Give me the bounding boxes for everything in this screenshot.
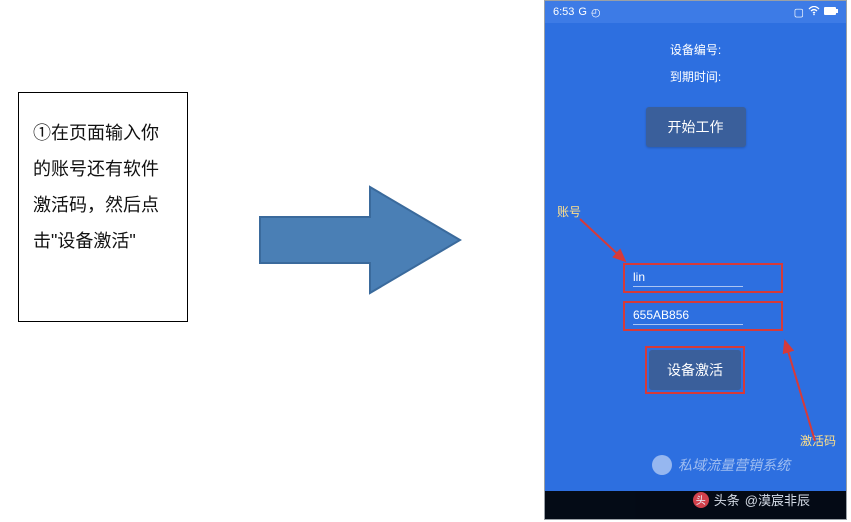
toutiao-prefix: 头条 (714, 490, 740, 509)
wechat-watermark: 私域流量营销系统 (652, 455, 790, 475)
wechat-icon (652, 455, 672, 475)
instruction-box: ①在页面输入你的账号还有软件激活码，然后点击"设备激活" (18, 92, 188, 322)
activate-device-button[interactable]: 设备激活 (649, 350, 741, 390)
expire-label: 到期时间: (545, 68, 846, 85)
clock-icon: ◴ (591, 6, 601, 19)
toutiao-icon: 头 (693, 492, 709, 508)
phone-content: 设备编号: 到期时间: 开始工作 账号 激活码 设备激活 私域流量营销系统 (545, 41, 846, 509)
toutiao-watermark: 头 头条 @漠宸非辰 (693, 490, 810, 509)
cast-icon: ▢ (794, 6, 804, 19)
device-id-label: 设备编号: (545, 41, 846, 58)
status-bar: 6:53 G ◴ ▢ (545, 1, 846, 23)
wifi-icon (808, 6, 820, 19)
toutiao-handle: @漠宸非辰 (745, 490, 810, 509)
account-input[interactable] (633, 270, 743, 287)
instruction-text: ①在页面输入你的账号还有软件激活码，然后点击"设备激活" (33, 123, 159, 251)
status-time: 6:53 (553, 6, 574, 18)
battery-icon (824, 6, 838, 18)
phone-mockup: 6:53 G ◴ ▢ 设备编号: 到期时间: 开始工作 账号 激活码 设备激活 (544, 0, 847, 520)
activate-button-highlight: 设备激活 (645, 346, 745, 394)
wechat-watermark-text: 私域流量营销系统 (678, 455, 790, 475)
phone-bottom-bar: 头 头条 @漠宸非辰 (545, 491, 846, 519)
start-work-button[interactable]: 开始工作 (646, 107, 746, 147)
status-carrier: G (578, 6, 587, 18)
annotation-code-label: 激活码 (800, 432, 836, 449)
activation-code-input[interactable] (633, 308, 743, 325)
arrow-icon (250, 175, 470, 305)
account-input-highlight (623, 263, 783, 293)
code-input-highlight (623, 301, 783, 331)
annotation-account-label: 账号 (557, 203, 581, 220)
